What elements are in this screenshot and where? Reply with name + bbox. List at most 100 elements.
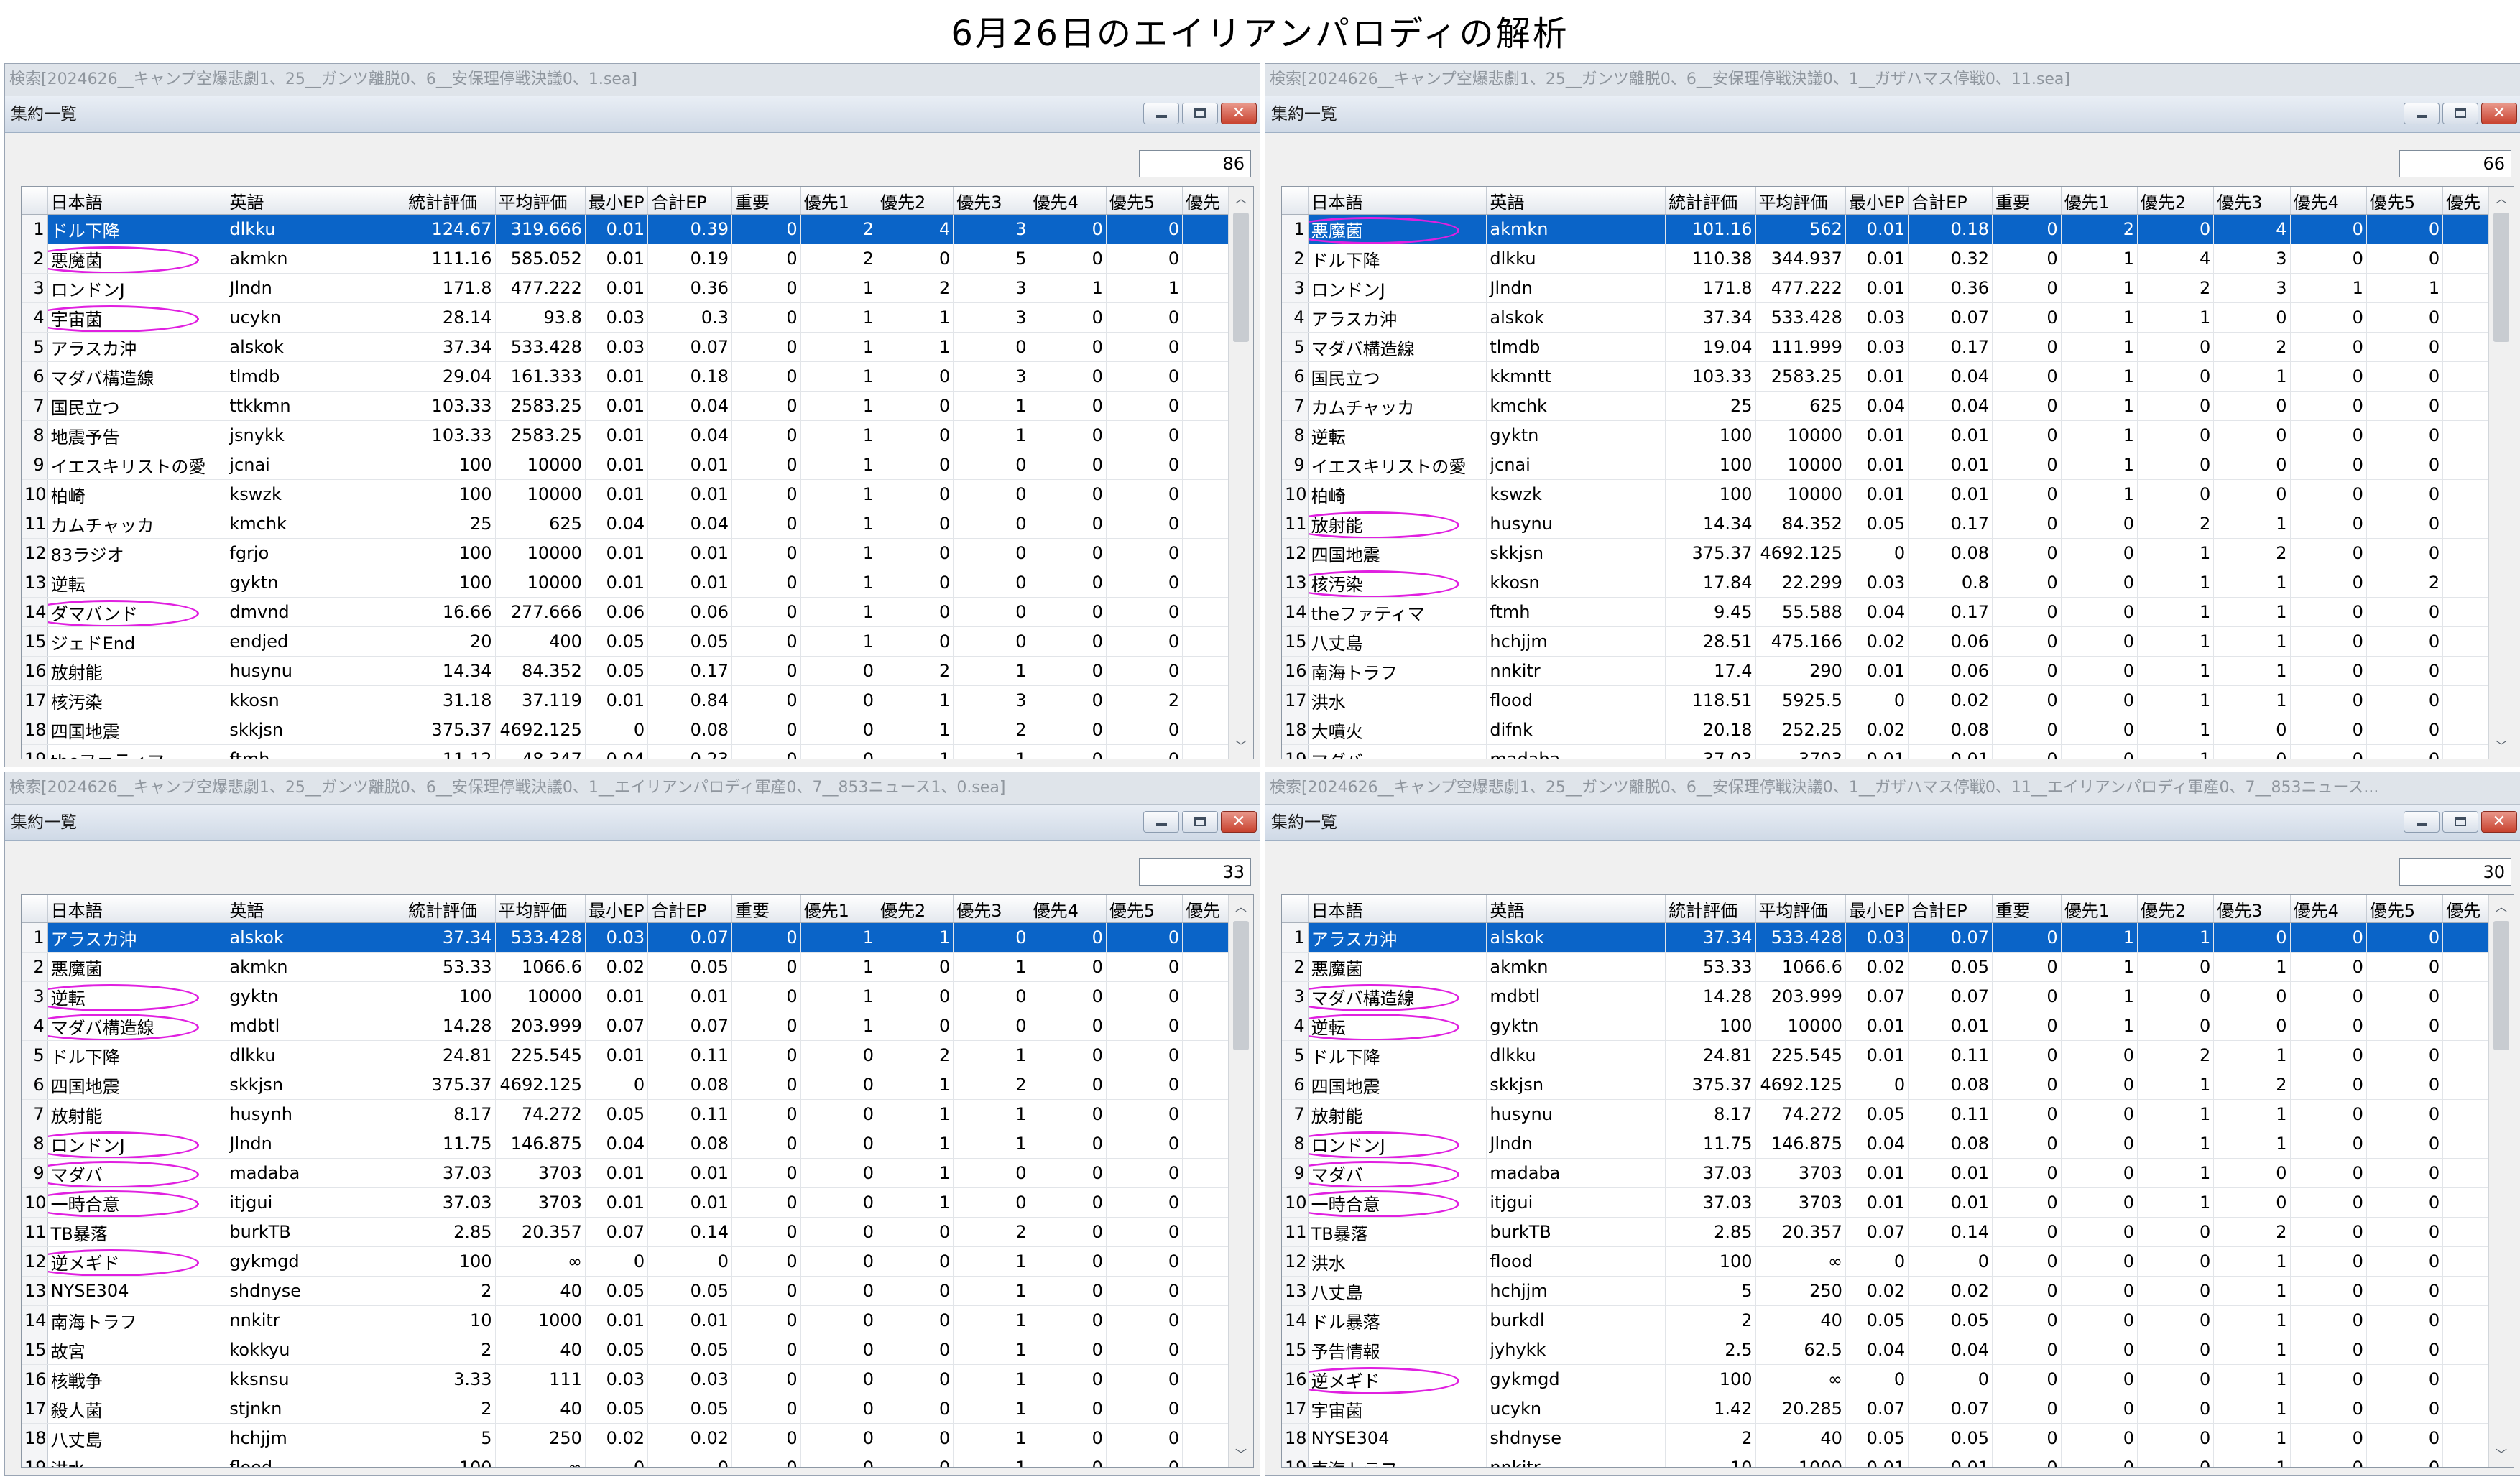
table-row[interactable]: 15 ジェドEnd endjed 20 400 0.05 0.05 0 1 0 0 0 0 <box>22 626 1229 657</box>
table-row[interactable]: 4 逆転 gyktn 100 10000 0.01 0.01 0 1 0 0 0 0 <box>1282 1011 2489 1041</box>
scroll-thumb[interactable] <box>2493 213 2509 342</box>
table-row[interactable]: 16 南海トラフ nnkitr 17.4 290 0.01 0.06 0 0 1 1 0 0 <box>1282 656 2489 686</box>
table-row[interactable]: 9 イエスキリストの愛 jcnai 100 10000 0.01 0.01 0 1 0 0 0 0 <box>1282 450 2489 480</box>
scroll-up-icon[interactable]: ︿ <box>1229 897 1253 918</box>
table-row[interactable]: 13 八丈島 hchjjm 5 250 0.02 0.02 0 0 0 1 0 0 <box>1282 1276 2489 1306</box>
column-header[interactable]: 統計評価 <box>1665 895 1756 923</box>
column-header[interactable]: 優先3 <box>2213 187 2291 215</box>
table-row[interactable]: 8 ロンドンJ Jlndn 11.75 146.875 0.04 0.08 0 0 1 1 0 0 <box>22 1129 1229 1159</box>
column-header[interactable]: 日本語 <box>1308 187 1487 215</box>
window-titlebar[interactable]: 集約一覧 ✕ <box>1265 805 2520 841</box>
column-header[interactable]: 優先5 <box>2366 187 2444 215</box>
table-row[interactable]: 3 逆転 gyktn 100 10000 0.01 0.01 0 1 0 0 0 0 <box>22 981 1229 1011</box>
table-row[interactable]: 18 四国地震 skkjsn 375.37 4692.125 0 0.08 0 0 1 2 0 0 <box>22 715 1229 745</box>
column-header[interactable]: 優先4 <box>1030 187 1107 215</box>
table-row[interactable]: 7 カムチャッカ kmchk 25 625 0.04 0.04 0 1 0 0 0 0 <box>1282 391 2489 421</box>
column-header[interactable]: 優先2 <box>2137 895 2215 923</box>
aggregate-grid[interactable]: 日本語 英語 統計評価 平均評価 最小EP 合計EP 重要 優先1 優先2 優先3 優先4 優先5 優先… <box>1281 186 2514 759</box>
table-row[interactable]: 11 放射能 husynu 14.34 84.352 0.05 0.17 0 0 2 1 0 0 <box>1282 509 2489 539</box>
table-row[interactable]: 1 悪魔菌 akmkn 101.16 562 0.01 0.18 0 2 0 4 0 0 <box>1282 214 2489 244</box>
table-row[interactable]: 16 放射能 husynu 14.34 84.352 0.05 0.17 0 0 2 1 0 0 <box>22 656 1229 686</box>
window-titlebar[interactable]: 集約一覧 ✕ <box>5 96 1260 133</box>
column-header[interactable]: 優先3 <box>953 895 1030 923</box>
table-row[interactable]: 18 八丈島 hchjjm 5 250 0.02 0.02 0 0 0 1 0 0 <box>22 1423 1229 1453</box>
scroll-thumb[interactable] <box>2493 921 2509 1050</box>
table-row[interactable]: 8 ロンドンJ Jlndn 11.75 146.875 0.04 0.08 0 0 1 1 0 0 <box>1282 1129 2489 1159</box>
table-row[interactable]: 11 カムチャッカ kmchk 25 625 0.04 0.04 0 1 0 0 0 0 <box>22 509 1229 539</box>
table-row[interactable]: 15 予告情報 jyhykk 2.5 62.5 0.04 0.04 0 0 0 1 0 0 <box>1282 1335 2489 1365</box>
vertical-scrollbar[interactable]: ︿ ﹀ <box>1228 895 1253 1467</box>
table-row[interactable]: 12 逆メギド gykmgd 100 ∞ 0 0 0 0 0 1 0 0 <box>22 1246 1229 1277</box>
close-button[interactable]: ✕ <box>1221 103 1257 124</box>
column-header[interactable]: 日本語 <box>47 187 227 215</box>
scroll-thumb[interactable] <box>1233 213 1249 342</box>
column-header[interactable]: 英語 <box>226 895 406 923</box>
table-row[interactable]: 3 ロンドンJ Jlndn 171.8 477.222 0.01 0.36 0 1 2 3 1 1 <box>1282 273 2489 303</box>
table-row[interactable]: 7 国民立つ ttkkmn 103.33 2583.25 0.01 0.04 0 1 0 1 0 0 <box>22 391 1229 421</box>
column-header[interactable]: 合計EP <box>647 895 733 923</box>
vertical-scrollbar[interactable]: ︿ ﹀ <box>2488 187 2514 759</box>
column-header[interactable]: 最小EP <box>585 187 649 215</box>
scroll-up-icon[interactable]: ︿ <box>2489 897 2514 918</box>
aggregate-grid[interactable]: 日本語 英語 統計評価 平均評価 最小EP 合計EP 重要 優先1 優先2 優先3 優先4 優先5 優先… <box>21 894 1254 1468</box>
column-header[interactable]: 最小EP <box>1845 895 1909 923</box>
table-row[interactable]: 13 核汚染 kkosn 17.84 22.299 0.03 0.8 0 0 1 1 0 2 <box>1282 568 2489 598</box>
scroll-up-icon[interactable]: ︿ <box>1229 188 1253 210</box>
table-row[interactable]: 17 洪水 flood 118.51 5925.5 0 0.02 0 0 1 1 0 0 <box>1282 685 2489 715</box>
column-header[interactable]: 英語 <box>226 187 406 215</box>
column-header[interactable]: 日本語 <box>47 895 227 923</box>
table-row[interactable]: 6 四国地震 skkjsn 375.37 4692.125 0 0.08 0 0 1 2 0 0 <box>1282 1070 2489 1100</box>
scroll-down-icon[interactable]: ﹀ <box>1229 1444 1253 1465</box>
column-header[interactable]: 最小EP <box>1845 187 1909 215</box>
table-row[interactable]: 9 イエスキリストの愛 jcnai 100 10000 0.01 0.01 0 1 0 0 0 0 <box>22 450 1229 480</box>
table-row[interactable]: 13 逆転 gyktn 100 10000 0.01 0.01 0 1 0 0 0 0 <box>22 568 1229 598</box>
table-row[interactable]: 18 NYSE304 shdnyse 2 40 0.05 0.05 0 0 0 1 0 0 <box>1282 1423 2489 1453</box>
column-header[interactable]: 優先5 <box>1106 895 1183 923</box>
table-row[interactable]: 18 大噴火 difnk 20.18 252.25 0.02 0.08 0 0 1 0 0 0 <box>1282 715 2489 745</box>
table-row[interactable]: 14 南海トラフ nnkitr 10 1000 0.01 0.01 0 0 0 1 0 0 <box>22 1305 1229 1335</box>
column-header[interactable]: 優先5 <box>1106 187 1183 215</box>
table-row[interactable]: 7 放射能 husynh 8.17 74.272 0.05 0.11 0 0 1 1 0 0 <box>22 1099 1229 1129</box>
aggregate-grid[interactable]: 日本語 英語 統計評価 平均評価 最小EP 合計EP 重要 優先1 優先2 優先3 優先4 優先5 優先… <box>21 186 1254 759</box>
table-row[interactable]: 14 ダマバンド dmvnd 16.66 277.666 0.06 0.06 0 1 0 0 0 0 <box>22 597 1229 627</box>
table-row[interactable]: 15 八丈島 hchjjm 28.51 475.166 0.02 0.06 0 0 1 1 0 0 <box>1282 626 2489 657</box>
table-row[interactable]: 11 TB暴落 burkTB 2.85 20.357 0.07 0.14 0 0 0 2 0 0 <box>22 1217 1229 1247</box>
table-row[interactable]: 1 ドル下降 dlkku 124.67 319.666 0.01 0.39 0 2 4 3 0 0 <box>22 214 1229 244</box>
table-row[interactable]: 8 逆転 gyktn 100 10000 0.01 0.01 0 1 0 0 0 0 <box>1282 420 2489 450</box>
minimize-button[interactable] <box>2404 811 2440 833</box>
column-header[interactable]: 合計EP <box>647 187 733 215</box>
column-header[interactable]: 重要 <box>731 895 801 923</box>
column-header[interactable]: 優先3 <box>953 187 1030 215</box>
column-header[interactable]: 合計EP <box>1908 895 1993 923</box>
table-row[interactable]: 5 マダバ構造線 tlmdb 19.04 111.999 0.03 0.17 0 1 0 2 0 0 <box>1282 332 2489 362</box>
maximize-button[interactable] <box>2442 103 2478 124</box>
maximize-button[interactable] <box>2442 811 2478 833</box>
scroll-down-icon[interactable]: ﹀ <box>2489 1444 2514 1465</box>
column-header[interactable]: 平均評価 <box>1755 187 1846 215</box>
table-row[interactable]: 10 柏崎 kswzk 100 10000 0.01 0.01 0 1 0 0 0 0 <box>1282 479 2489 509</box>
column-header[interactable]: 最小EP <box>585 895 649 923</box>
table-row[interactable]: 5 ドル下降 dlkku 24.81 225.545 0.01 0.11 0 0 2 1 0 0 <box>22 1040 1229 1070</box>
column-header[interactable]: 優先4 <box>2290 895 2367 923</box>
close-button[interactable]: ✕ <box>2481 811 2517 833</box>
column-header[interactable]: 優先3 <box>2213 895 2291 923</box>
table-row[interactable]: 5 ドル下降 dlkku 24.81 225.545 0.01 0.11 0 0 2 1 0 0 <box>1282 1040 2489 1070</box>
table-row[interactable]: 17 核汚染 kkosn 31.18 37.119 0.01 0.84 0 0 1 3 0 2 <box>22 685 1229 715</box>
table-row[interactable]: 10 一時合意 itjgui 37.03 3703 0.01 0.01 0 0 1 0 0 0 <box>22 1187 1229 1218</box>
table-row[interactable]: 10 一時合意 itjgui 37.03 3703 0.01 0.01 0 0 1 0 0 0 <box>1282 1187 2489 1218</box>
table-row[interactable]: 2 悪魔菌 akmkn 53.33 1066.6 0.02 0.05 0 1 0 1 0 0 <box>1282 952 2489 982</box>
scroll-down-icon[interactable]: ﹀ <box>1229 736 1253 757</box>
table-row[interactable]: 7 放射能 husynu 8.17 74.272 0.05 0.11 0 0 1 1 0 0 <box>1282 1099 2489 1129</box>
close-button[interactable]: ✕ <box>2481 103 2517 124</box>
table-row[interactable]: 12 83ラジオ fgrjo 100 10000 0.01 0.01 0 1 0 0 0 0 <box>22 538 1229 568</box>
column-header[interactable]: 優先1 <box>800 187 877 215</box>
table-row[interactable]: 19theファティマftmh11.1248.3470.040.23001100 <box>22 744 1229 759</box>
column-header[interactable]: 日本語 <box>1308 895 1487 923</box>
table-row[interactable]: 8 地震予告 jsnykk 103.33 2583.25 0.01 0.04 0 1 0 1 0 0 <box>22 420 1229 450</box>
column-header[interactable]: 英語 <box>1486 895 1666 923</box>
table-row[interactable]: 1 アラスカ沖 alskok 37.34 533.428 0.03 0.07 0 1 1 0 0 0 <box>1282 922 2489 953</box>
column-header[interactable]: 優先 <box>2442 187 2489 215</box>
table-row[interactable]: 13 NYSE304 shdnyse 2 40 0.05 0.05 0 0 0 1 0 0 <box>22 1276 1229 1306</box>
column-header[interactable]: 重要 <box>1992 187 2062 215</box>
search-query-bar[interactable]: 検索[2024626__キャンプ空爆悲劇1、25__ガンツ離脱0、6__安保理停… <box>5 64 1260 96</box>
